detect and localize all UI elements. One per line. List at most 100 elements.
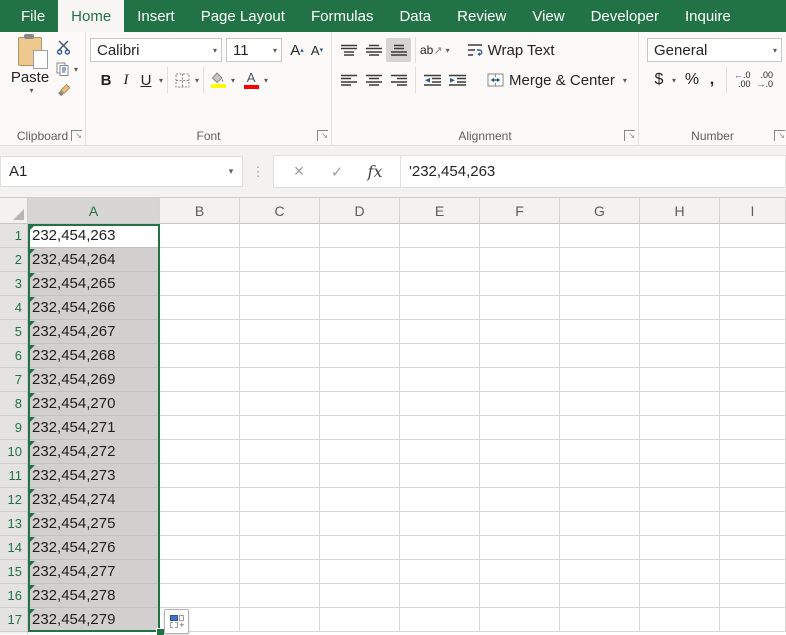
- cell-G2[interactable]: [560, 248, 640, 272]
- cell-H16[interactable]: [640, 584, 720, 608]
- cell-I4[interactable]: [720, 296, 786, 320]
- bold-button[interactable]: B: [96, 69, 116, 91]
- cell-D7[interactable]: [320, 368, 400, 392]
- column-header-B[interactable]: B: [160, 198, 240, 223]
- cell-A11[interactable]: 232,454,273: [28, 464, 160, 488]
- cell-E3[interactable]: [400, 272, 480, 296]
- borders-caret-icon[interactable]: ▾: [195, 76, 199, 85]
- row-header-10[interactable]: 10: [0, 440, 28, 464]
- cell-F10[interactable]: [480, 440, 560, 464]
- cell-H11[interactable]: [640, 464, 720, 488]
- cell-C11[interactable]: [240, 464, 320, 488]
- tab-formulas[interactable]: Formulas: [298, 0, 387, 32]
- cell-C8[interactable]: [240, 392, 320, 416]
- cell-H5[interactable]: [640, 320, 720, 344]
- orientation-button[interactable]: ab ↗ ▾: [420, 43, 450, 57]
- cell-B7[interactable]: [160, 368, 240, 392]
- cell-G9[interactable]: [560, 416, 640, 440]
- cell-A1[interactable]: 232,454,263: [28, 224, 160, 248]
- cell-A9[interactable]: 232,454,271: [28, 416, 160, 440]
- cell-H12[interactable]: [640, 488, 720, 512]
- cell-F16[interactable]: [480, 584, 560, 608]
- cell-C14[interactable]: [240, 536, 320, 560]
- name-box[interactable]: A1 ▾: [0, 156, 243, 187]
- column-header-D[interactable]: D: [320, 198, 400, 223]
- tab-insert[interactable]: Insert: [124, 0, 188, 32]
- cell-D6[interactable]: [320, 344, 400, 368]
- row-header-9[interactable]: 9: [0, 416, 28, 440]
- cell-A10[interactable]: 232,454,272: [28, 440, 160, 464]
- number-dialog-launcher-icon[interactable]: ↘: [774, 130, 785, 141]
- decrease-decimal-button[interactable]: .00 →.0: [757, 71, 774, 89]
- accounting-format-button[interactable]: $: [649, 69, 669, 91]
- cell-B3[interactable]: [160, 272, 240, 296]
- cell-H4[interactable]: [640, 296, 720, 320]
- cell-E16[interactable]: [400, 584, 480, 608]
- cell-E14[interactable]: [400, 536, 480, 560]
- cell-D8[interactable]: [320, 392, 400, 416]
- autofill-options-button[interactable]: +: [164, 609, 189, 634]
- cut-button[interactable]: [56, 38, 72, 56]
- tab-data[interactable]: Data: [386, 0, 444, 32]
- cell-I10[interactable]: [720, 440, 786, 464]
- cell-G6[interactable]: [560, 344, 640, 368]
- column-header-A[interactable]: A: [28, 198, 160, 223]
- cell-D11[interactable]: [320, 464, 400, 488]
- cell-C9[interactable]: [240, 416, 320, 440]
- cell-E7[interactable]: [400, 368, 480, 392]
- font-color-button[interactable]: A: [241, 69, 261, 91]
- cell-E12[interactable]: [400, 488, 480, 512]
- cell-E15[interactable]: [400, 560, 480, 584]
- borders-button[interactable]: [172, 69, 192, 91]
- cell-E2[interactable]: [400, 248, 480, 272]
- cell-E17[interactable]: [400, 608, 480, 632]
- cell-H1[interactable]: [640, 224, 720, 248]
- italic-button[interactable]: I: [116, 69, 136, 91]
- cell-F6[interactable]: [480, 344, 560, 368]
- cell-I16[interactable]: [720, 584, 786, 608]
- cell-A8[interactable]: 232,454,270: [28, 392, 160, 416]
- cell-I11[interactable]: [720, 464, 786, 488]
- underline-caret-icon[interactable]: ▾: [159, 76, 163, 85]
- cell-C2[interactable]: [240, 248, 320, 272]
- cell-B14[interactable]: [160, 536, 240, 560]
- cell-I13[interactable]: [720, 512, 786, 536]
- cell-B8[interactable]: [160, 392, 240, 416]
- cell-C15[interactable]: [240, 560, 320, 584]
- grow-font-button[interactable]: A▴: [287, 39, 307, 61]
- cell-B10[interactable]: [160, 440, 240, 464]
- cell-C17[interactable]: [240, 608, 320, 632]
- cell-H13[interactable]: [640, 512, 720, 536]
- cell-G3[interactable]: [560, 272, 640, 296]
- cell-E11[interactable]: [400, 464, 480, 488]
- cell-I2[interactable]: [720, 248, 786, 272]
- cell-E13[interactable]: [400, 512, 480, 536]
- fill-color-caret-icon[interactable]: ▾: [231, 76, 235, 85]
- align-right-button[interactable]: [386, 68, 411, 92]
- font-dialog-launcher-icon[interactable]: ↘: [317, 130, 328, 141]
- cell-A2[interactable]: 232,454,264: [28, 248, 160, 272]
- cell-A12[interactable]: 232,454,274: [28, 488, 160, 512]
- cell-H10[interactable]: [640, 440, 720, 464]
- cell-C6[interactable]: [240, 344, 320, 368]
- font-color-caret-icon[interactable]: ▾: [264, 76, 268, 85]
- formula-input[interactable]: '232,454,263: [401, 163, 495, 180]
- paste-dropdown-caret-icon[interactable]: ▾: [29, 86, 33, 95]
- cell-A17[interactable]: 232,454,279: [28, 608, 160, 632]
- cell-F9[interactable]: [480, 416, 560, 440]
- cell-F2[interactable]: [480, 248, 560, 272]
- cell-A3[interactable]: 232,454,265: [28, 272, 160, 296]
- cell-G14[interactable]: [560, 536, 640, 560]
- column-header-E[interactable]: E: [400, 198, 480, 223]
- cell-G10[interactable]: [560, 440, 640, 464]
- cell-I9[interactable]: [720, 416, 786, 440]
- cell-I7[interactable]: [720, 368, 786, 392]
- cell-B4[interactable]: [160, 296, 240, 320]
- cell-C13[interactable]: [240, 512, 320, 536]
- cell-A15[interactable]: 232,454,277: [28, 560, 160, 584]
- row-header-2[interactable]: 2: [0, 248, 28, 272]
- cell-C7[interactable]: [240, 368, 320, 392]
- row-header-16[interactable]: 16: [0, 584, 28, 608]
- paste-button[interactable]: Paste ▾: [6, 35, 54, 126]
- cell-A5[interactable]: 232,454,267: [28, 320, 160, 344]
